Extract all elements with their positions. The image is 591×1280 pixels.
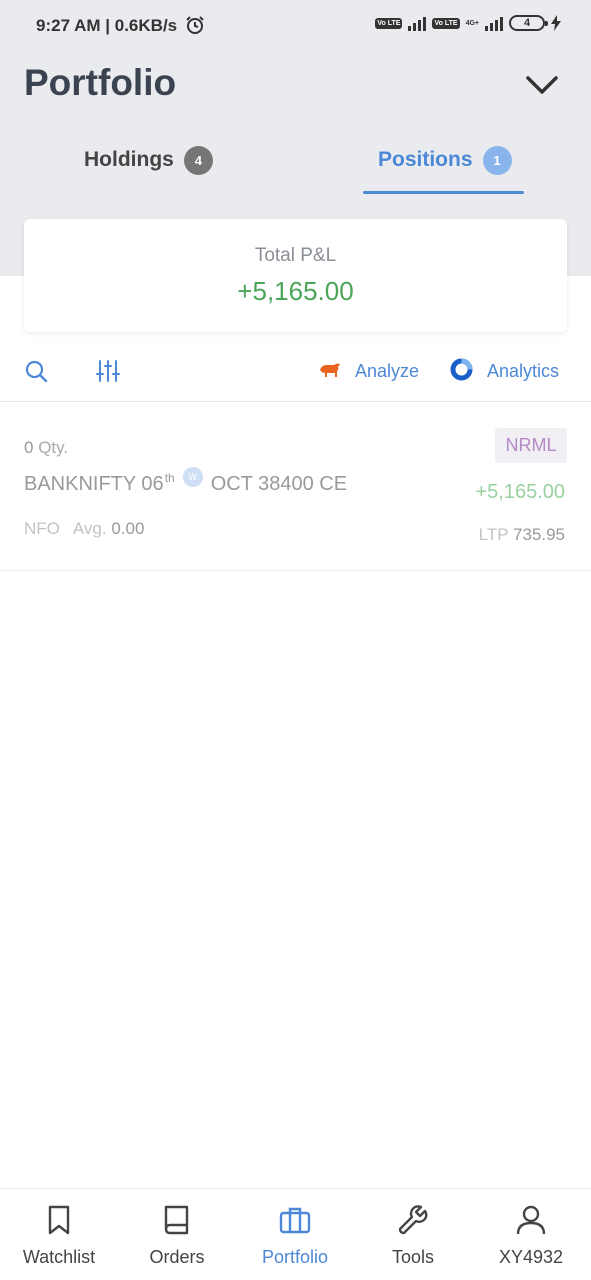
tab-holdings[interactable]: Holdings 4	[84, 130, 213, 190]
nav-label: Watchlist	[22, 1247, 96, 1267]
tab-positions[interactable]: Positions 1	[378, 130, 512, 190]
qty-label: Qty.	[38, 438, 69, 457]
analyze-button[interactable]: Analyze	[355, 361, 419, 382]
total-pnl-card: Total P&L +5,165.00	[24, 219, 567, 332]
symbol-rest: OCT 38400 CE	[210, 473, 348, 495]
position-row[interactable]: 0 Qty. BANKNIFTY 06th W OCT 38400 CE NFO…	[0, 403, 591, 571]
active-tab-indicator	[363, 191, 524, 194]
position-meta: NFO Avg. 0.00	[24, 519, 144, 539]
chevron-down-icon[interactable]	[524, 72, 560, 100]
analytics-icon[interactable]	[450, 358, 473, 381]
signal-icon	[485, 15, 503, 31]
nav-label: Portfolio	[261, 1247, 329, 1267]
nav-tools[interactable]: Tools	[368, 1189, 458, 1280]
charging-icon	[551, 15, 561, 31]
nav-orders[interactable]: Orders	[132, 1189, 222, 1280]
search-icon[interactable]	[24, 359, 48, 383]
book-icon	[164, 1205, 189, 1235]
briefcase-icon	[279, 1207, 311, 1234]
exchange-label: NFO	[24, 519, 60, 538]
total-pnl-value: +5,165.00	[237, 276, 354, 306]
avg-value: 0.00	[111, 519, 145, 538]
nav-label: XY4932	[498, 1247, 564, 1267]
wrench-icon	[398, 1205, 428, 1235]
analytics-button[interactable]: Analytics	[487, 361, 559, 382]
bull-icon[interactable]	[319, 361, 341, 379]
volte-icon: Vo LTE	[432, 17, 460, 29]
status-bar: 9:27 AM | 0.6KB/s Vo LTE Vo LTE 4G+ 4	[0, 0, 591, 52]
user-icon	[516, 1205, 546, 1235]
bookmark-icon	[48, 1205, 70, 1235]
battery-icon: 4	[509, 15, 548, 31]
nav-label: Tools	[391, 1247, 435, 1267]
count-badge: 1	[482, 145, 512, 175]
network-type-label: 4G+	[465, 19, 479, 27]
nav-label: Orders	[149, 1247, 205, 1267]
ltp-label: LTP	[478, 525, 509, 544]
avg-label: Avg.	[72, 519, 107, 538]
tab-label: Positions	[378, 148, 473, 171]
nav-profile[interactable]: XY4932	[486, 1189, 576, 1280]
position-pnl: +5,165.00	[475, 481, 565, 503]
weekly-expiry-badge: W	[182, 467, 203, 487]
position-symbol: BANKNIFTY 06th W OCT 38400 CE	[24, 467, 348, 496]
signal-icon	[408, 15, 427, 31]
bottom-navigation: Watchlist Orders Portfolio Tools XY4932	[0, 1188, 591, 1280]
page-title: Portfolio	[24, 62, 177, 103]
total-pnl-label: Total P&L	[254, 245, 337, 266]
volte-icon: Vo LTE	[375, 17, 403, 29]
position-ltp: LTP 735.95	[479, 525, 565, 545]
position-qty: 0 Qty.	[24, 438, 68, 458]
symbol-ordinal: th	[164, 471, 175, 485]
filter-icon[interactable]	[95, 358, 121, 384]
ltp-value: 735.95	[513, 525, 565, 544]
nav-portfolio[interactable]: Portfolio	[250, 1189, 340, 1280]
positions-toolbar: Analyze Analytics	[0, 352, 591, 402]
symbol-prefix: BANKNIFTY 06	[24, 473, 164, 495]
qty-value: 0	[24, 438, 34, 457]
product-badge: NRML	[495, 428, 567, 463]
status-time: 9:27 AM | 0.6KB/s	[36, 16, 178, 35]
nav-watchlist[interactable]: Watchlist	[14, 1189, 104, 1280]
alarm-icon	[186, 16, 204, 34]
count-badge: 4	[183, 145, 213, 175]
tab-label: Holdings	[84, 148, 174, 171]
